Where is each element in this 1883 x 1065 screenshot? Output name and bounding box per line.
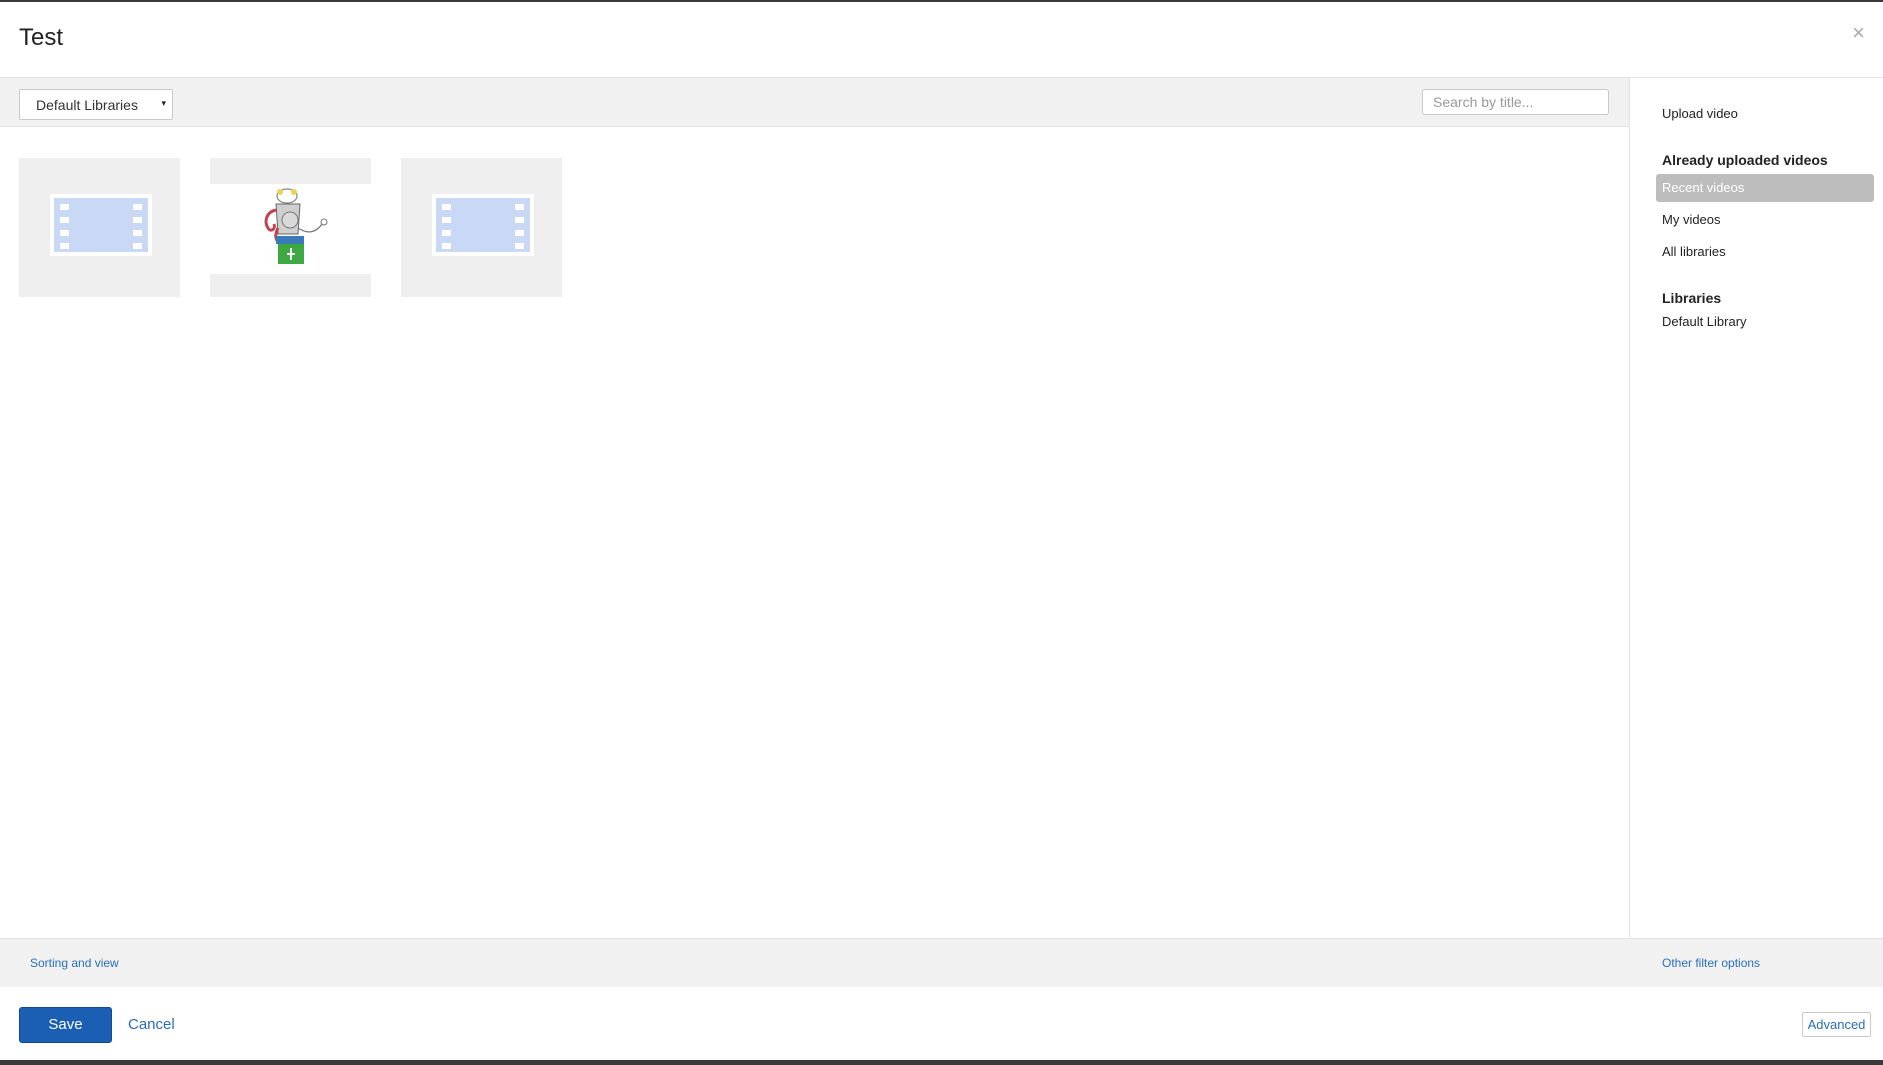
already-uploaded-heading: Already uploaded videos [1662, 152, 1828, 168]
advanced-button[interactable]: Advanced [1802, 1012, 1871, 1037]
cancel-button[interactable]: Cancel [128, 1016, 175, 1033]
film-icon [432, 194, 534, 256]
save-button[interactable]: Save [19, 1007, 112, 1043]
filter-bar: Sorting and view Other filter options [0, 938, 1883, 988]
sidebar-item-my-videos[interactable]: My videos [1656, 206, 1874, 234]
library-select-value: Default Libraries [36, 97, 138, 113]
upload-video-link[interactable]: Upload video [1662, 106, 1738, 121]
video-picker-dialog: Test × Default Libraries ▾ Search by tit… [0, 2, 1883, 1060]
video-browser: Default Libraries ▾ [0, 78, 1629, 938]
sorting-and-view-link[interactable]: Sorting and view [30, 956, 119, 970]
libraries-heading: Libraries [1662, 290, 1722, 306]
close-icon[interactable]: × [1852, 20, 1865, 46]
film-icon [50, 194, 152, 256]
dialog-title: Test [19, 24, 64, 51]
video-thumbnail[interactable] [19, 158, 180, 297]
video-thumbnail[interactable] [210, 158, 371, 297]
sidebar-item-all-libraries[interactable]: All libraries [1656, 238, 1874, 266]
other-filter-options-link[interactable]: Other filter options [1662, 956, 1760, 970]
dialog-header: Test × [0, 2, 1883, 78]
browser-toolbar: Default Libraries ▾ [0, 78, 1629, 127]
video-thumbnail[interactable] [401, 158, 562, 297]
sidebar-item-default-library[interactable]: Default Library [1656, 308, 1874, 336]
sidebar: Upload video Already uploaded videos Rec… [1629, 78, 1883, 938]
chevron-down-icon: ▾ [161, 98, 166, 108]
robot-chef-artwork-icon [210, 184, 371, 274]
dialog-footer: Save Cancel Advanced [0, 987, 1883, 1060]
library-select[interactable]: Default Libraries ▾ [19, 89, 173, 120]
search-input[interactable] [1422, 89, 1609, 115]
sidebar-item-recent-videos[interactable]: Recent videos [1656, 174, 1874, 202]
